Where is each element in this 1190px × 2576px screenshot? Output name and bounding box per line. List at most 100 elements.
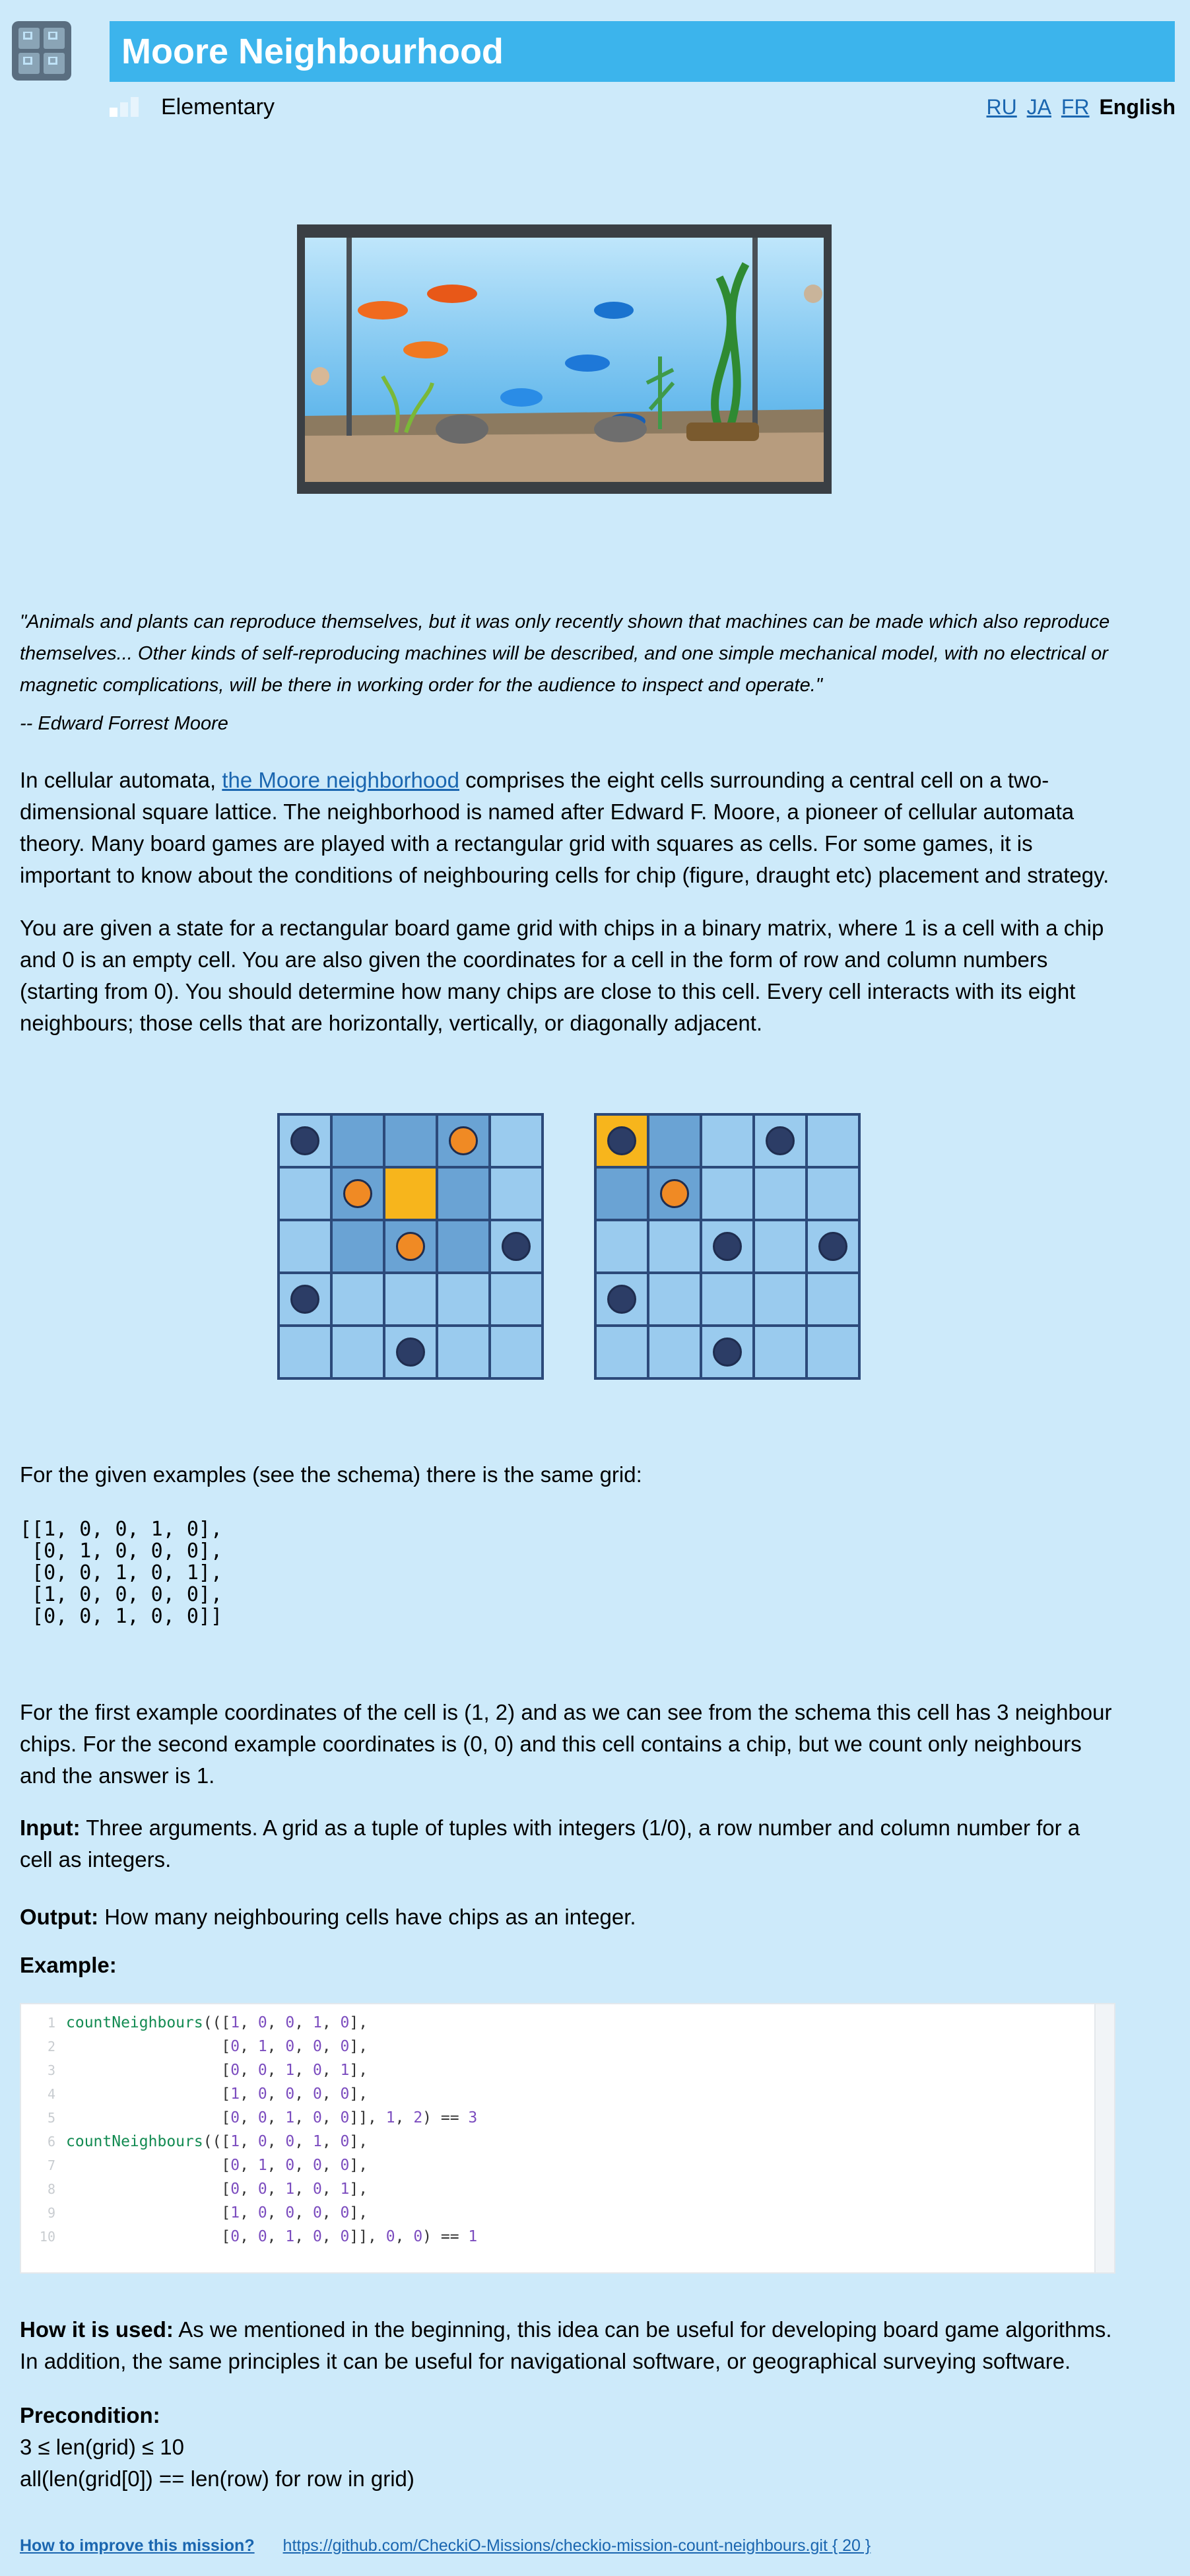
input-description: Input: Three arguments. A grid as a tupl… bbox=[20, 1815, 1080, 1872]
chip-icon bbox=[660, 1179, 689, 1208]
fish-icon bbox=[500, 388, 543, 407]
grid-cell bbox=[490, 1167, 543, 1220]
line-number: 2 bbox=[47, 2039, 55, 2054]
grid-cell bbox=[437, 1167, 490, 1220]
fish-icon bbox=[427, 285, 477, 303]
chip-icon bbox=[713, 1338, 742, 1367]
code-text: [0, 0, 1, 0, 0]], 1, 2) == 3 bbox=[66, 2109, 478, 2126]
grid-cell bbox=[595, 1114, 648, 1167]
code-text: [0, 0, 1, 0, 0]], 0, 0) == 1 bbox=[66, 2228, 478, 2245]
chip-icon bbox=[607, 1126, 636, 1155]
code-text: [0, 1, 0, 0, 0], bbox=[66, 2038, 368, 2055]
grid-cell bbox=[754, 1326, 807, 1378]
task-paragraph: You are given a state for a rectangular … bbox=[20, 916, 1104, 1035]
lang-ja-link[interactable]: JA bbox=[1027, 95, 1051, 119]
house-icon bbox=[18, 28, 40, 49]
lang-fr-link[interactable]: FR bbox=[1061, 95, 1090, 119]
grid-cell bbox=[807, 1220, 859, 1273]
grid-cell bbox=[279, 1167, 331, 1220]
chip-icon bbox=[818, 1232, 847, 1261]
example-label: Example: bbox=[20, 1953, 117, 1977]
lang-ru-link[interactable]: RU bbox=[987, 95, 1017, 119]
grid-cell bbox=[807, 1326, 859, 1378]
moore-neighborhood-link[interactable]: the Moore neighborhood bbox=[222, 768, 459, 792]
language-switcher: RU JA FR English bbox=[987, 92, 1175, 121]
footer: How to improve this mission? https://git… bbox=[20, 2536, 871, 2556]
line-number: 4 bbox=[47, 2086, 55, 2102]
grid-cell bbox=[490, 1114, 543, 1167]
fish-icon bbox=[403, 341, 448, 358]
code-text: [0, 1, 0, 0, 0], bbox=[66, 2157, 368, 2174]
line-number: 1 bbox=[47, 2015, 55, 2031]
code-line: 1 countNeighbours(([1, 0, 0, 1, 0], bbox=[21, 2011, 368, 2035]
line-number: 7 bbox=[47, 2157, 55, 2173]
code-line: 7 [0, 1, 0, 0, 0], bbox=[21, 2153, 368, 2177]
grid-cell bbox=[490, 1326, 543, 1378]
schema-grid-example-2 bbox=[594, 1113, 861, 1380]
code-line: 6 countNeighbours(([1, 0, 0, 1, 0], bbox=[21, 2130, 368, 2153]
example-code-editor[interactable]: 1 countNeighbours(([1, 0, 0, 1, 0], 2 [0, … bbox=[20, 2003, 1115, 2274]
code-line: 5 [0, 0, 1, 0, 0]], 1, 2) == 3 bbox=[21, 2106, 477, 2130]
quote-text: "Animals and plants can reproduce themse… bbox=[20, 611, 1110, 696]
grid-cell bbox=[754, 1167, 807, 1220]
grid-cell bbox=[754, 1220, 807, 1273]
house-icon bbox=[18, 53, 40, 74]
grid-cell bbox=[701, 1167, 754, 1220]
chip-icon bbox=[713, 1232, 742, 1261]
grid-cell bbox=[331, 1167, 384, 1220]
editor-scrollbar[interactable] bbox=[1094, 2004, 1114, 2272]
grid-cell bbox=[595, 1326, 648, 1378]
grid-cell bbox=[754, 1114, 807, 1167]
lang-current: English bbox=[1099, 95, 1175, 119]
grid-cell bbox=[595, 1167, 648, 1220]
code-line: 2 [0, 1, 0, 0, 0], bbox=[21, 2035, 368, 2058]
improve-mission-link[interactable]: How to improve this mission? bbox=[20, 2536, 255, 2555]
code-line: 9 [1, 0, 0, 0, 0], bbox=[21, 2201, 368, 2225]
grid-cell bbox=[490, 1220, 543, 1273]
precondition-line-2: all(len(grid[0]) == len(row) for row in … bbox=[20, 2466, 414, 2491]
chip-icon bbox=[290, 1126, 319, 1155]
grid-cell bbox=[490, 1273, 543, 1326]
same-grid-text: For the given examples (see the schema) … bbox=[20, 1462, 642, 1487]
house-icon bbox=[44, 28, 65, 49]
chip-icon bbox=[502, 1232, 531, 1261]
grid-cell bbox=[437, 1114, 490, 1167]
difficulty-level: Elementary bbox=[110, 92, 275, 121]
grid-cell bbox=[754, 1273, 807, 1326]
repo-link[interactable]: https://github.com/CheckiO-Missions/chec… bbox=[283, 2536, 871, 2555]
chip-icon bbox=[396, 1338, 425, 1367]
grid-cell bbox=[807, 1114, 859, 1167]
precondition-line-1: 3 ≤ len(grid) ≤ 10 bbox=[20, 2435, 184, 2459]
grid-cell bbox=[331, 1326, 384, 1378]
grid-cell bbox=[279, 1326, 331, 1378]
schema-grid-example-1 bbox=[277, 1113, 544, 1380]
grid-cell bbox=[384, 1273, 437, 1326]
fish-icon bbox=[358, 301, 408, 320]
chip-icon bbox=[449, 1126, 478, 1155]
grid-cell bbox=[807, 1273, 859, 1326]
grid-cell bbox=[648, 1167, 701, 1220]
grid-cell bbox=[648, 1220, 701, 1273]
line-number: 6 bbox=[47, 2134, 55, 2150]
grid-cell bbox=[648, 1114, 701, 1167]
code-line: 8 [0, 0, 1, 0, 1], bbox=[21, 2177, 368, 2201]
explanation-paragraph: For the first example coordinates of the… bbox=[20, 1700, 1112, 1788]
code-text: countNeighbours(([1, 0, 0, 1, 0], bbox=[66, 2133, 368, 2150]
code-text: [1, 0, 0, 0, 0], bbox=[66, 2204, 368, 2221]
how-used-paragraph: How it is used: As we mentioned in the b… bbox=[20, 2317, 1112, 2373]
page-title: Moore Neighbourhood bbox=[121, 32, 504, 71]
chip-icon bbox=[396, 1232, 425, 1261]
output-description: Output: How many neighbouring cells have… bbox=[20, 1905, 636, 1929]
level-bars-icon bbox=[110, 97, 148, 117]
house-icon bbox=[44, 53, 65, 74]
grid-cell bbox=[384, 1220, 437, 1273]
grid-cell bbox=[701, 1273, 754, 1326]
grid-literal: [[1, 0, 0, 1, 0], [0, 1, 0, 0, 0], [0, 0… bbox=[20, 1518, 223, 1628]
grid-cell bbox=[701, 1326, 754, 1378]
grid-cell bbox=[331, 1273, 384, 1326]
code-text: [0, 0, 1, 0, 1], bbox=[66, 2062, 368, 2079]
grid-cell bbox=[437, 1220, 490, 1273]
code-text: countNeighbours(([1, 0, 0, 1, 0], bbox=[66, 2014, 368, 2031]
grid-cell bbox=[595, 1220, 648, 1273]
app-logo[interactable] bbox=[12, 21, 71, 81]
